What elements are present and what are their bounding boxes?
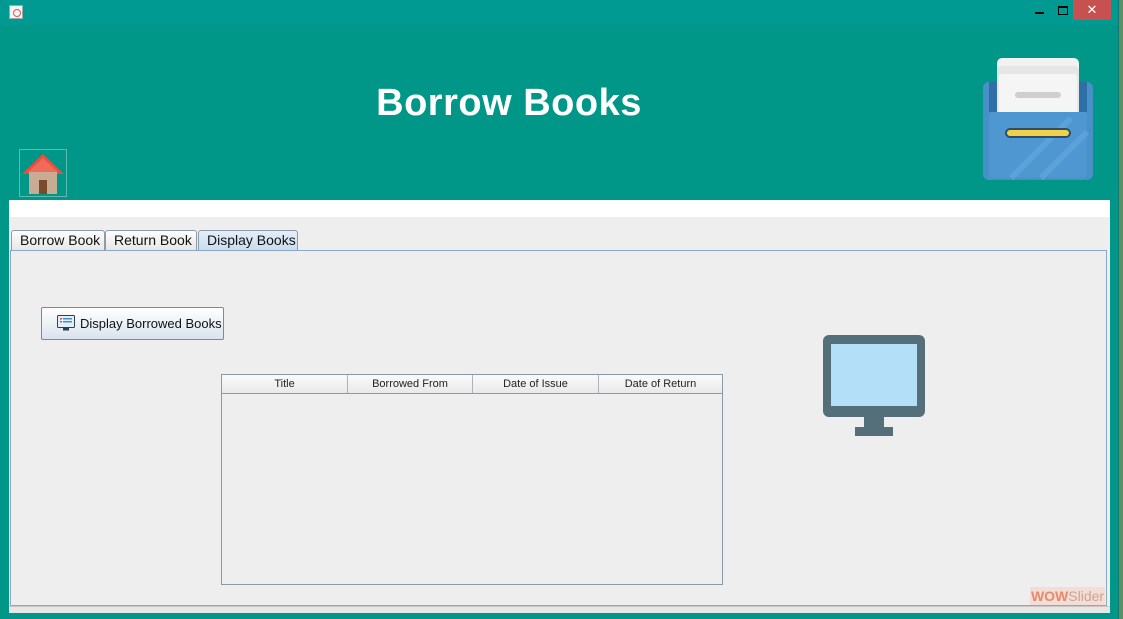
display-borrowed-books-label: Display Borrowed Books (80, 316, 222, 331)
table-header: Title Borrowed From Date of Issue Date o… (222, 375, 722, 394)
java-cup-icon (9, 5, 23, 19)
page-title: Borrow Books (376, 82, 642, 124)
app-window: ✕ Borrow Books Borrow Book Return Book D… (0, 0, 1119, 619)
column-header-title[interactable]: Title (222, 375, 348, 393)
maximize-button[interactable] (1053, 0, 1073, 20)
column-header-date-of-issue[interactable]: Date of Issue (473, 375, 599, 393)
display-books-panel: Display Borrowed Books Title Borrowed Fr… (10, 250, 1107, 606)
tab-display-books[interactable]: Display Books (198, 230, 298, 250)
tab-borrow-book[interactable]: Borrow Book (11, 230, 105, 250)
minimize-button[interactable] (1027, 0, 1053, 20)
tab-return-book[interactable]: Return Book (105, 230, 197, 250)
computer-monitor-icon (823, 335, 925, 436)
header-divider (9, 200, 1110, 217)
home-button[interactable] (19, 149, 67, 197)
monitor-list-icon (57, 315, 75, 331)
display-borrowed-books-button[interactable]: Display Borrowed Books (41, 307, 224, 340)
tabbed-pane-bottom-edge (9, 606, 1110, 613)
file-cabinet-icon (983, 58, 1093, 181)
column-header-borrowed-from[interactable]: Borrowed From (348, 375, 473, 393)
tabbed-pane: Borrow Book Return Book Display Books Di… (9, 217, 1110, 613)
column-header-date-of-return[interactable]: Date of Return (599, 375, 722, 393)
borrowed-books-table[interactable]: Title Borrowed From Date of Issue Date o… (221, 374, 723, 585)
home-icon (22, 154, 64, 194)
close-button[interactable]: ✕ (1073, 0, 1111, 20)
title-bar[interactable]: ✕ (0, 0, 1118, 25)
wowslider-watermark: WOWSlider (1030, 587, 1105, 605)
header-panel: Borrow Books (9, 28, 1110, 200)
